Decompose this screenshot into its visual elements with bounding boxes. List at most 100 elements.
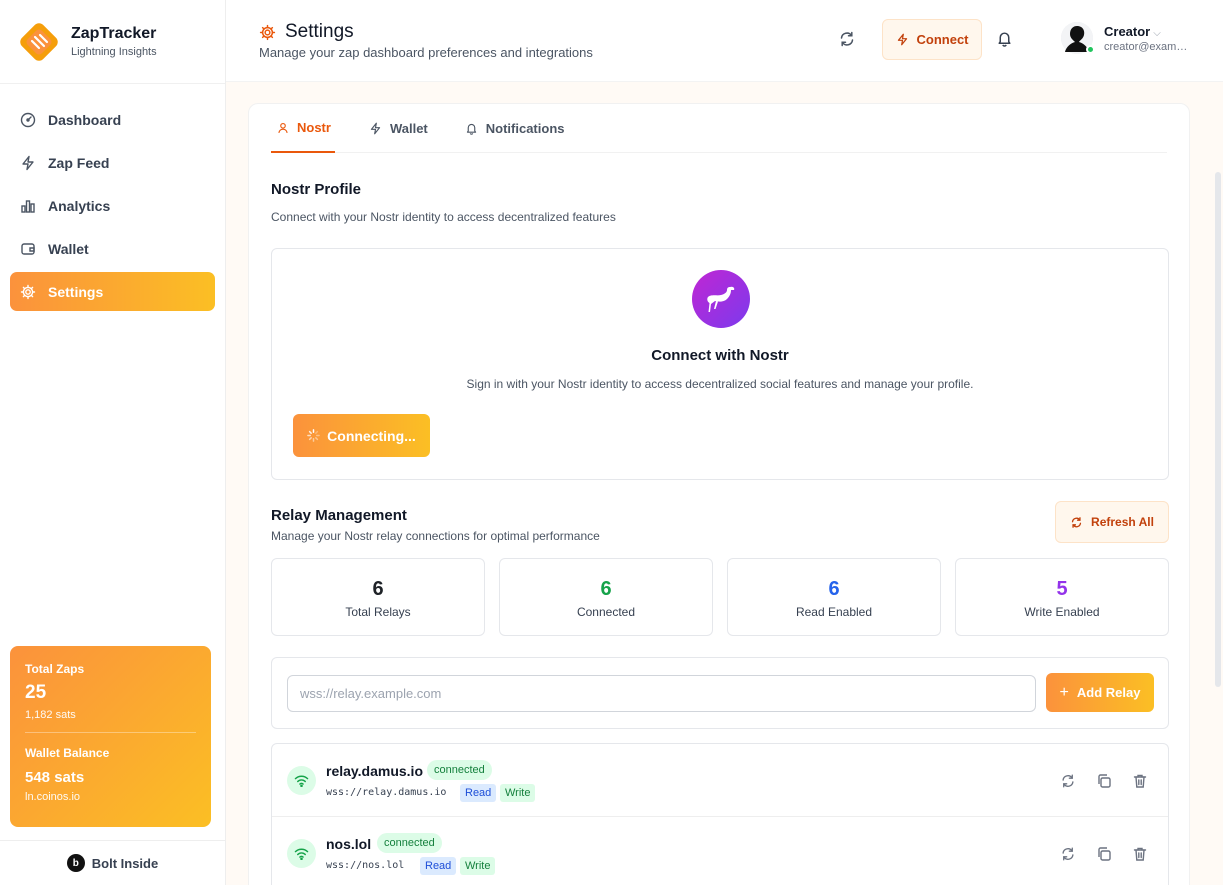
total-zaps-label: Total Zaps: [25, 662, 85, 676]
connecting-button-label: Connecting...: [327, 427, 416, 444]
read-tag: Read: [420, 857, 457, 875]
brand-name: ZapTracker: [71, 25, 157, 42]
stat-read-enabled: 6 Read Enabled: [727, 558, 941, 636]
bar-chart-icon: [21, 199, 35, 213]
copy-icon[interactable]: [1096, 773, 1112, 789]
status-badge: connected: [377, 833, 442, 853]
wallet-address: ln.coinos.io: [25, 791, 81, 803]
status-badge: connected: [427, 760, 492, 780]
connect-button-label: Connect: [916, 32, 969, 47]
user-menu[interactable]: Creator⌵ creator@example.com: [1061, 22, 1192, 54]
relay-name: nos.lol: [326, 836, 372, 852]
stat-label: Write Enabled: [1024, 605, 1100, 619]
relay-list: relay.damus.io connected wss://relay.dam…: [271, 743, 1169, 885]
refresh-icon[interactable]: [838, 30, 856, 48]
connect-button[interactable]: Connect: [882, 19, 982, 60]
sidebar: ZapTracker Lightning Insights Dashboard …: [0, 0, 226, 885]
stat-label: Total Relays: [345, 605, 411, 619]
page-title: Settings: [259, 21, 354, 43]
user-email: creator@example.com: [1104, 40, 1192, 53]
refresh-all-label: Refresh All: [1091, 515, 1154, 529]
stat-label: Read Enabled: [795, 605, 873, 619]
online-status-dot: [1086, 45, 1095, 54]
sidebar-item-settings[interactable]: Settings: [10, 272, 215, 311]
sidebar-nav: Dashboard Zap Feed Analytics Wallet Sett…: [0, 84, 225, 311]
sidebar-item-wallet[interactable]: Wallet: [10, 229, 215, 268]
trash-icon[interactable]: [1132, 846, 1148, 862]
sidebar-item-label: Dashboard: [48, 111, 122, 128]
sidebar-item-label: Zap Feed: [48, 154, 110, 171]
stat-value: 6: [600, 578, 612, 600]
main-content: Nostr Wallet Notifications Nostr Profile…: [226, 82, 1223, 885]
plus-icon: +: [1059, 683, 1069, 701]
wifi-icon: [287, 766, 316, 795]
chevron-down-icon: ⌵: [1153, 27, 1161, 39]
add-relay-form: + Add Relay: [271, 657, 1169, 729]
stat-value: 6: [372, 578, 384, 600]
refresh-icon: [1071, 516, 1082, 528]
gauge-icon: [20, 112, 36, 127]
settings-panel: Nostr Wallet Notifications Nostr Profile…: [248, 103, 1190, 885]
write-tag: Write: [500, 784, 536, 802]
bolt-inside-icon: b: [66, 854, 85, 872]
wallet-balance-value: 548 sats: [25, 769, 85, 786]
bolt-inside-label: Bolt Inside: [91, 855, 159, 871]
copy-icon[interactable]: [1096, 846, 1112, 862]
vertical-scrollbar[interactable]: [1215, 172, 1221, 687]
total-zaps-sats: 1,182 sats: [25, 709, 76, 721]
wallet-icon: [21, 242, 35, 255]
reconnect-icon[interactable]: [1060, 773, 1076, 789]
bolt-icon: [22, 155, 34, 170]
tab-wallet[interactable]: Wallet: [366, 104, 431, 153]
reconnect-icon[interactable]: [1060, 846, 1076, 862]
nostr-profile-title: Nostr Profile: [271, 181, 362, 198]
tab-label: Wallet: [389, 121, 428, 136]
refresh-all-button[interactable]: Refresh All: [1055, 501, 1169, 543]
relay-url-input[interactable]: [287, 675, 1036, 712]
bolt-icon: [897, 33, 907, 46]
sidebar-item-analytics[interactable]: Analytics: [10, 186, 215, 225]
add-relay-button[interactable]: + Add Relay: [1046, 673, 1154, 712]
page-subtitle: Manage your zap dashboard preferences an…: [259, 45, 593, 60]
brand[interactable]: ZapTracker Lightning Insights: [0, 0, 225, 84]
sidebar-stats-card: Total Zaps 25 1,182 sats Wallet Balance …: [10, 646, 211, 827]
tab-nostr[interactable]: Nostr: [271, 104, 335, 153]
wifi-icon: [287, 839, 316, 868]
bolt-icon: [370, 122, 381, 135]
gear-icon: [20, 284, 36, 299]
sidebar-footer[interactable]: b Bolt Inside: [0, 840, 225, 885]
relay-name: relay.damus.io: [326, 763, 424, 779]
stat-connected: 6 Connected: [499, 558, 713, 636]
nostr-ostrich-icon: [692, 270, 750, 328]
write-tag: Write: [460, 857, 496, 875]
stat-value: 6: [828, 578, 840, 600]
sidebar-item-zap-feed[interactable]: Zap Feed: [10, 143, 215, 182]
bell-icon[interactable]: [996, 30, 1013, 47]
sidebar-item-dashboard[interactable]: Dashboard: [10, 100, 215, 139]
tab-notifications[interactable]: Notifications: [462, 104, 568, 153]
sidebar-item-label: Wallet: [48, 240, 89, 257]
sidebar-item-label: Analytics: [48, 197, 111, 214]
add-relay-label: Add Relay: [1076, 685, 1141, 700]
gear-icon: [259, 24, 276, 40]
relay-row: nos.lol connected wss://nos.lol Read Wri…: [272, 817, 1168, 885]
user-name: Creator: [1104, 23, 1151, 39]
connect-nostr-description: Sign in with your Nostr identity to acce…: [466, 377, 974, 391]
brand-tagline: Lightning Insights: [71, 46, 157, 58]
stat-write-enabled: 5 Write Enabled: [955, 558, 1169, 636]
stats-divider: [25, 732, 196, 733]
nostr-connect-card: Connect with Nostr Sign in with your Nos…: [271, 248, 1169, 480]
trash-icon[interactable]: [1132, 773, 1148, 789]
settings-tabs: Nostr Wallet Notifications: [271, 104, 1167, 153]
relay-management-subtitle: Manage your Nostr relay connections for …: [271, 529, 600, 543]
zaptracker-logo-icon: [20, 22, 58, 61]
stat-label: Connected: [576, 605, 636, 619]
spinner-icon: [307, 429, 320, 442]
connecting-button[interactable]: Connecting...: [293, 414, 430, 457]
tab-label: Nostr: [297, 120, 331, 135]
total-zaps-count: 25: [25, 682, 47, 703]
nostr-profile-subtitle: Connect with your Nostr identity to acce…: [271, 210, 616, 224]
wallet-balance-label: Wallet Balance: [25, 746, 110, 760]
avatar: [1061, 22, 1095, 54]
bell-icon: [466, 123, 476, 135]
